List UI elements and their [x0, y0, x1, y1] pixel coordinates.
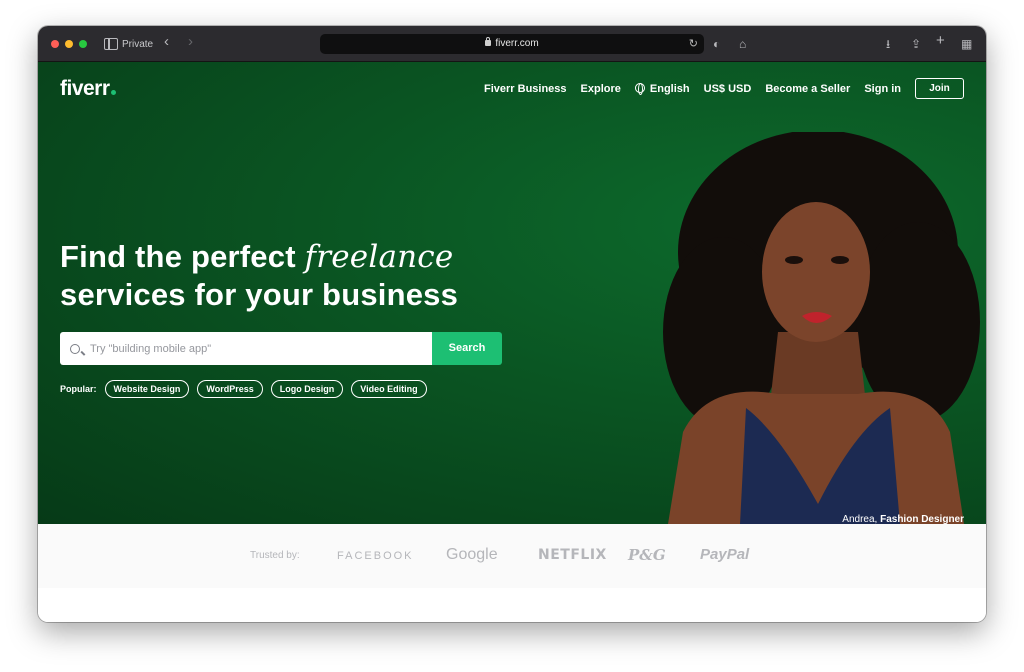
search-bar: Search	[60, 332, 502, 365]
top-navigation: Fiverr Business Explore English US$ USD …	[470, 78, 964, 99]
paypal-logo: PayPal	[700, 546, 750, 563]
globe-icon	[634, 83, 645, 95]
search-input[interactable]	[90, 342, 410, 355]
popular-tag-video-editing[interactable]: Video Editing	[351, 380, 427, 398]
forward-arrow-icon[interactable]: ›	[188, 34, 193, 50]
pg-logo: P&G	[628, 546, 666, 564]
google-logo: Google	[446, 546, 498, 563]
search-button[interactable]: Search	[432, 332, 502, 365]
home-icon[interactable]: ⌂	[739, 36, 746, 52]
netflix-logo: NETFLIX	[538, 547, 607, 563]
lock-icon	[485, 37, 492, 46]
nav-currency[interactable]: US$ USD	[704, 83, 752, 95]
portrait-caption: Andrea, Fashion Designer	[842, 514, 964, 524]
browser-window: Private ‹ › fiverr.com ↻ ◐ ⌂ ⭳ ⇪ + ▦ fiv…	[38, 26, 986, 622]
address-url: fiverr.com	[495, 38, 539, 49]
nav-fiverr-business[interactable]: Fiverr Business	[484, 83, 567, 95]
search-field-wrapper[interactable]	[60, 332, 432, 365]
logo-dot-icon	[110, 90, 116, 95]
private-label: Private	[122, 39, 154, 50]
fiverr-logo[interactable]: fiverr	[60, 77, 116, 101]
hero-section: fiverr Fiverr Business Explore English U…	[38, 62, 986, 524]
sidebar-toggle-icon[interactable]	[104, 38, 118, 50]
search-icon	[70, 343, 80, 354]
trusted-by-label: Trusted by:	[250, 550, 300, 561]
new-tab-icon[interactable]: +	[936, 33, 945, 49]
download-icon[interactable]: ⭳	[886, 36, 890, 52]
address-bar[interactable]: fiverr.com ↻	[320, 34, 704, 54]
browser-toolbar: Private ‹ › fiverr.com ↻ ◐ ⌂ ⭳ ⇪ + ▦	[38, 26, 986, 62]
back-arrow-icon[interactable]: ‹	[164, 34, 169, 50]
privacy-shield-icon[interactable]: ◐	[713, 36, 720, 52]
join-button[interactable]: Join	[915, 78, 964, 99]
popular-tag-website-design[interactable]: Website Design	[104, 380, 190, 398]
nav-explore[interactable]: Explore	[581, 83, 621, 95]
tab-overview-icon[interactable]: ▦	[961, 36, 972, 52]
hero-portrait-image	[663, 132, 980, 524]
nav-sign-in[interactable]: Sign in	[864, 83, 901, 95]
minimize-window-button[interactable]	[65, 40, 73, 48]
close-window-button[interactable]	[51, 40, 59, 48]
popular-label: Popular:	[60, 384, 97, 394]
popular-tag-wordpress[interactable]: WordPress	[197, 380, 263, 398]
popular-tags: Popular: Website Design WordPress Logo D…	[60, 380, 435, 398]
facebook-logo: FACEBOOK	[337, 550, 414, 562]
popular-tag-logo-design[interactable]: Logo Design	[270, 380, 344, 398]
reload-icon[interactable]: ↻	[689, 34, 698, 54]
trusted-by-strip: Trusted by: FACEBOOK Google NETFLIX P&G …	[38, 524, 986, 588]
nav-become-seller[interactable]: Become a Seller	[765, 83, 850, 95]
page-bottom	[38, 588, 986, 622]
share-icon[interactable]: ⇪	[911, 36, 921, 52]
nav-language[interactable]: English	[634, 82, 690, 95]
hero-headline: Find the perfect freelance services for …	[60, 239, 459, 312]
zoom-window-button[interactable]	[79, 40, 87, 48]
